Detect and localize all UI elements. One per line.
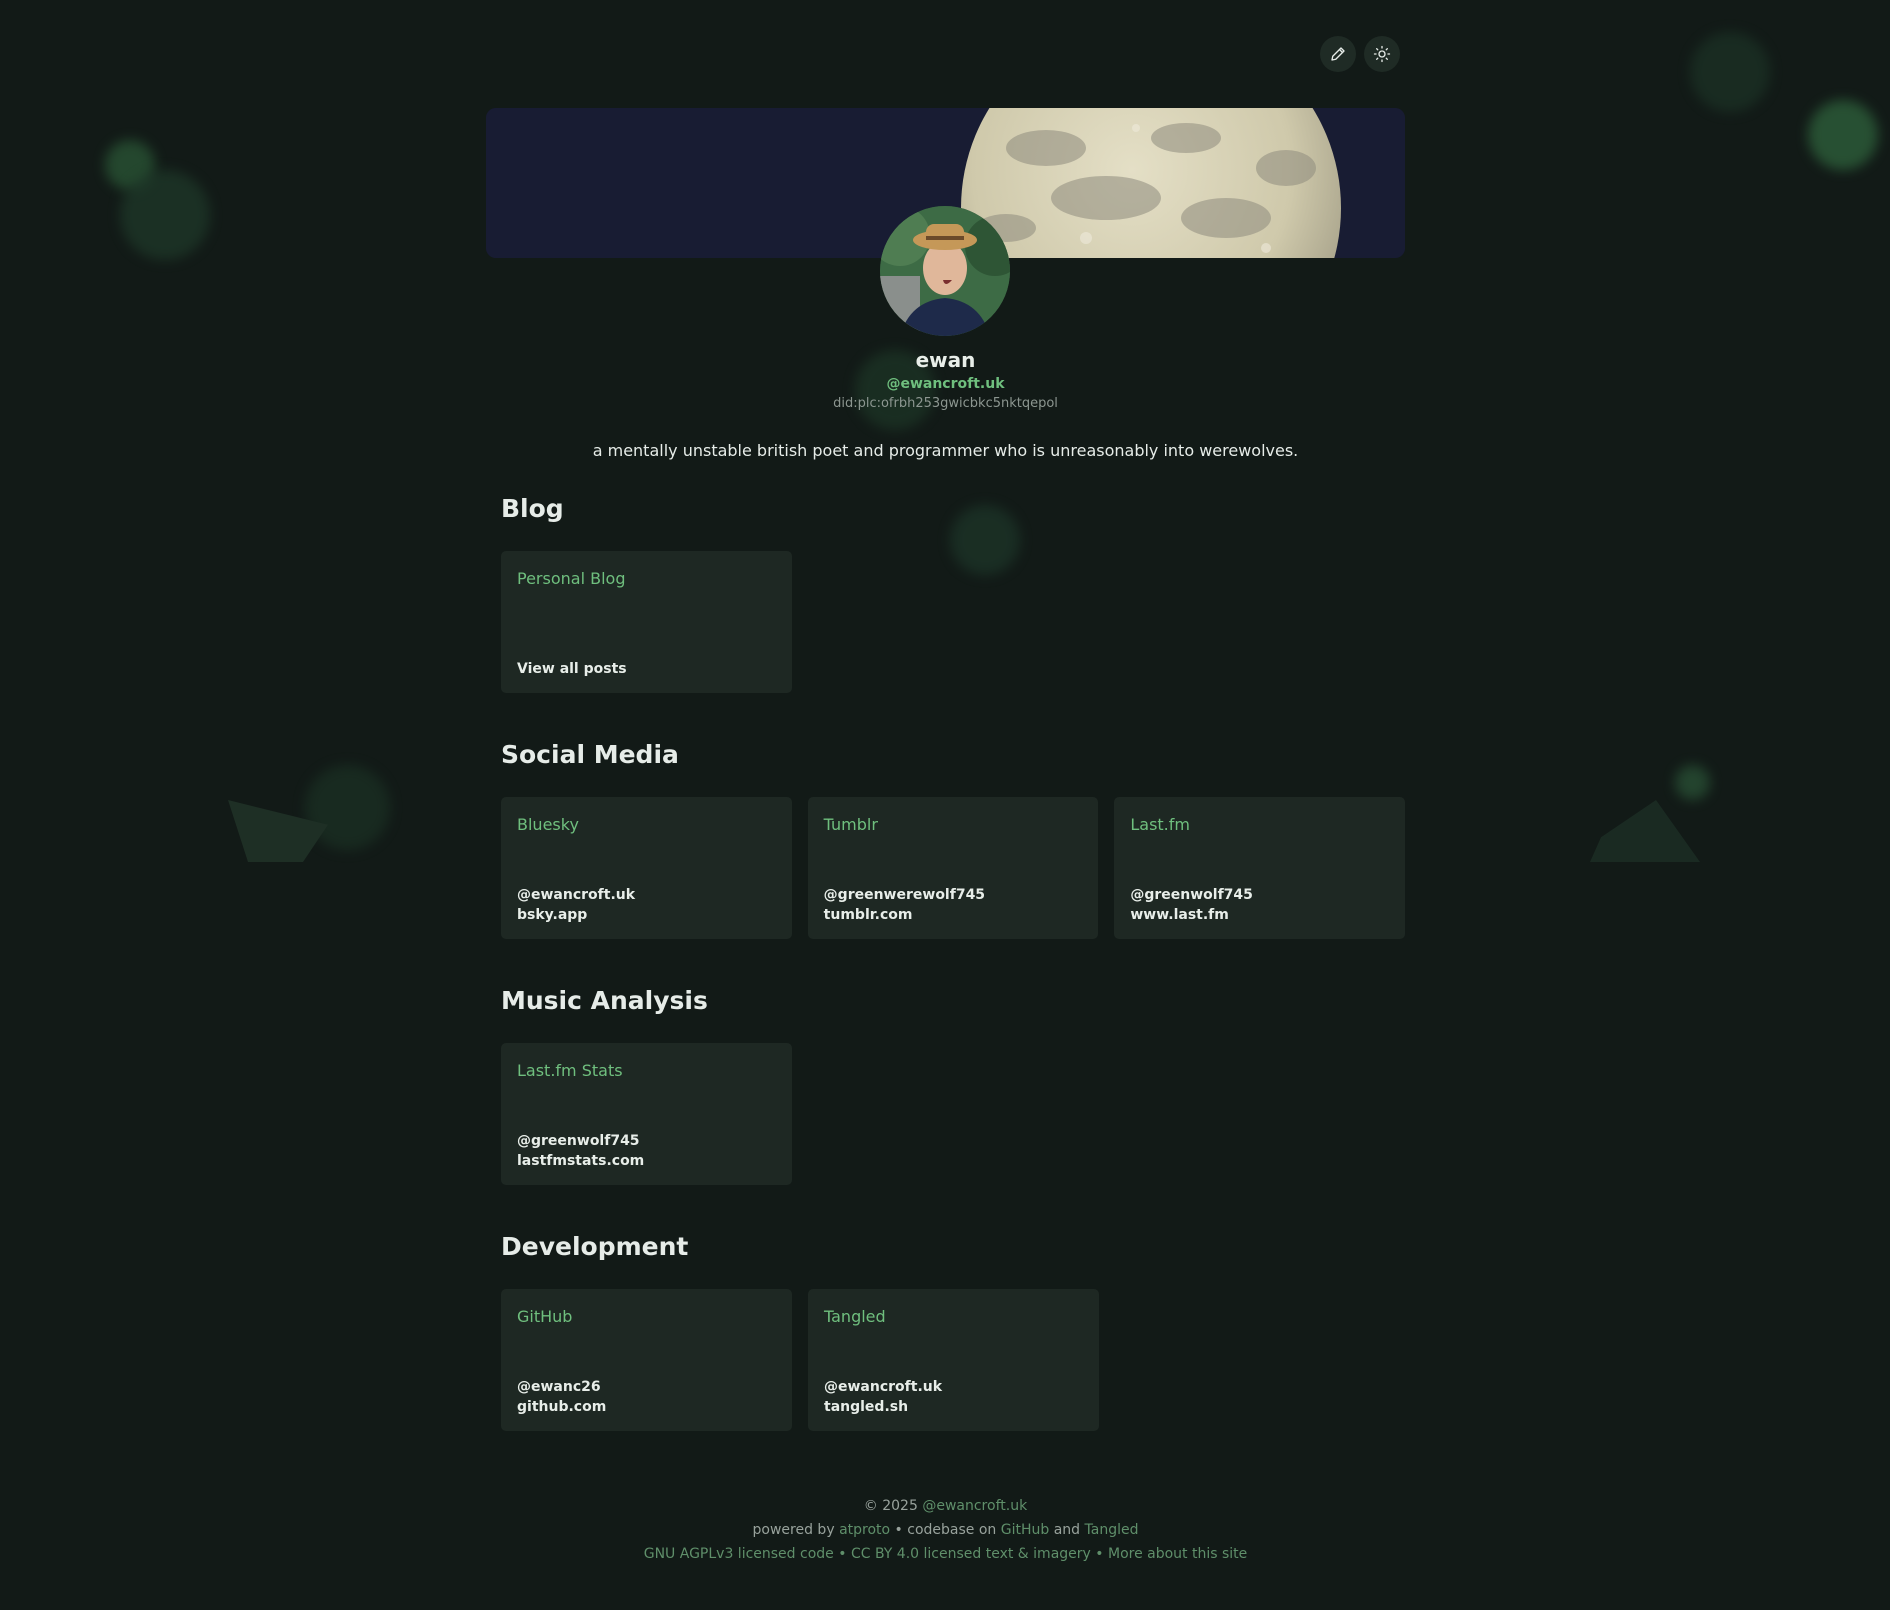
card-details: @ewancroft.uk tangled.sh	[824, 1377, 942, 1417]
profile-did: did:plc:ofrbh253gwicbkc5nktqepol	[833, 396, 1058, 411]
copyright-text: © 2025	[863, 1498, 918, 1514]
card-grid: Bluesky @ewancroft.uk bsky.app Tumblr @g…	[501, 797, 1406, 939]
tangled-link[interactable]: Tangled	[1085, 1522, 1139, 1538]
card-handle: @greenwolf745	[517, 1133, 640, 1149]
top-actions	[1320, 36, 1400, 72]
section-title: Development	[501, 1232, 689, 1261]
card-title: Bluesky	[517, 815, 579, 834]
card-details: @greenwerewolf745 tumblr.com	[824, 885, 985, 925]
link-card-lastfm-stats[interactable]: Last.fm Stats @greenwolf745 lastfmstats.…	[501, 1043, 792, 1185]
card-grid: Last.fm Stats @greenwolf745 lastfmstats.…	[501, 1043, 1405, 1185]
card-handle: @ewancroft.uk	[824, 1379, 943, 1395]
link-card-tumblr[interactable]: Tumblr @greenwerewolf745 tumblr.com	[807, 797, 1099, 939]
decorative-blob	[120, 170, 210, 260]
card-domain: lastfmstats.com	[517, 1153, 645, 1169]
edit-button[interactable]	[1320, 36, 1356, 72]
card-domain: github.com	[517, 1399, 607, 1415]
github-link[interactable]: GitHub	[1001, 1522, 1050, 1538]
codebase-on-text: codebase on	[907, 1522, 997, 1538]
footer: © 2025 @ewancroft.uk powered by atproto …	[486, 1494, 1405, 1566]
card-title: Last.fm	[1130, 815, 1190, 834]
section-social-media: Social Media Bluesky @ewancroft.uk bsky.…	[501, 738, 1406, 939]
page: ewan @ewancroft.uk did:plc:ofrbh253gwicb…	[0, 0, 1890, 1610]
card-grid: GitHub @ewanc26 github.com Tangled @ewan…	[501, 1289, 1405, 1431]
separator: •	[1095, 1546, 1104, 1562]
link-card-bluesky[interactable]: Bluesky @ewancroft.uk bsky.app	[501, 797, 792, 939]
sun-icon	[1373, 45, 1391, 63]
and-text: and	[1053, 1522, 1081, 1538]
section-blog: Blog Personal Blog View all posts	[501, 492, 1405, 693]
avatar-image	[880, 206, 1010, 336]
card-details: View all posts	[517, 659, 627, 679]
copyright-handle-link[interactable]: @ewancroft.uk	[922, 1498, 1027, 1514]
link-card-lastfm[interactable]: Last.fm @greenwolf745 www.last.fm	[1114, 797, 1406, 939]
profile-info: ewan @ewancroft.uk did:plc:ofrbh253gwicb…	[486, 346, 1405, 462]
content-license-link[interactable]: CC BY 4.0 licensed text & imagery	[851, 1546, 1091, 1562]
section-title: Music Analysis	[501, 986, 708, 1015]
card-details: @ewanc26 github.com	[517, 1377, 606, 1417]
card-handle: @greenwolf745	[1130, 887, 1253, 903]
profile-bio: a mentally unstable british poet and pro…	[592, 441, 1299, 460]
theme-toggle-button[interactable]	[1364, 36, 1400, 72]
separator: •	[894, 1522, 903, 1538]
section-development: Development GitHub @ewanc26 github.com T…	[501, 1230, 1405, 1431]
card-title: Tangled	[824, 1307, 886, 1326]
link-card-personal-blog[interactable]: Personal Blog View all posts	[501, 551, 792, 693]
decorative-blob	[1808, 100, 1878, 170]
display-name: ewan	[915, 348, 976, 372]
profile-handle-link[interactable]: @ewancroft.uk	[486, 374, 1405, 394]
section-title: Social Media	[501, 740, 679, 769]
section-title: Blog	[501, 494, 564, 523]
code-license-link[interactable]: GNU AGPLv3 licensed code	[644, 1546, 834, 1562]
card-title: GitHub	[517, 1307, 573, 1326]
powered-by-text: powered by	[752, 1522, 835, 1538]
section-music-analysis: Music Analysis Last.fm Stats @greenwolf7…	[501, 984, 1405, 1185]
card-title: Personal Blog	[517, 569, 626, 588]
decorative-shard	[1590, 800, 1700, 862]
footer-license-line: GNU AGPLv3 licensed code • CC BY 4.0 lic…	[486, 1542, 1405, 1566]
card-line: View all posts	[517, 661, 627, 677]
card-domain: tangled.sh	[824, 1399, 909, 1415]
card-details: @greenwolf745 lastfmstats.com	[517, 1131, 644, 1171]
card-details: @ewancroft.uk bsky.app	[517, 885, 635, 925]
card-grid: Personal Blog View all posts	[501, 551, 1405, 693]
card-title: Last.fm Stats	[517, 1061, 623, 1080]
card-domain: www.last.fm	[1130, 907, 1229, 923]
card-domain: tumblr.com	[823, 907, 913, 923]
card-handle: @ewanc26	[517, 1379, 601, 1395]
link-card-github[interactable]: GitHub @ewanc26 github.com	[501, 1289, 792, 1431]
card-title: Tumblr	[823, 815, 878, 834]
footer-copyright-line: © 2025 @ewancroft.uk	[486, 1494, 1405, 1518]
card-details: @greenwolf745 www.last.fm	[1130, 885, 1253, 925]
card-handle: @ewancroft.uk	[517, 887, 636, 903]
decorative-blob	[1675, 765, 1710, 800]
atproto-link[interactable]: atproto	[839, 1522, 890, 1538]
about-site-link[interactable]: More about this site	[1108, 1546, 1247, 1562]
separator: •	[838, 1546, 847, 1562]
card-domain: bsky.app	[517, 907, 588, 923]
link-card-tangled[interactable]: Tangled @ewancroft.uk tangled.sh	[808, 1289, 1099, 1431]
footer-powered-line: powered by atproto • codebase on GitHub …	[486, 1518, 1405, 1542]
avatar	[880, 206, 1010, 336]
card-handle: @greenwerewolf745	[823, 887, 986, 903]
decorative-blob	[1690, 32, 1770, 112]
pencil-icon	[1331, 47, 1345, 61]
